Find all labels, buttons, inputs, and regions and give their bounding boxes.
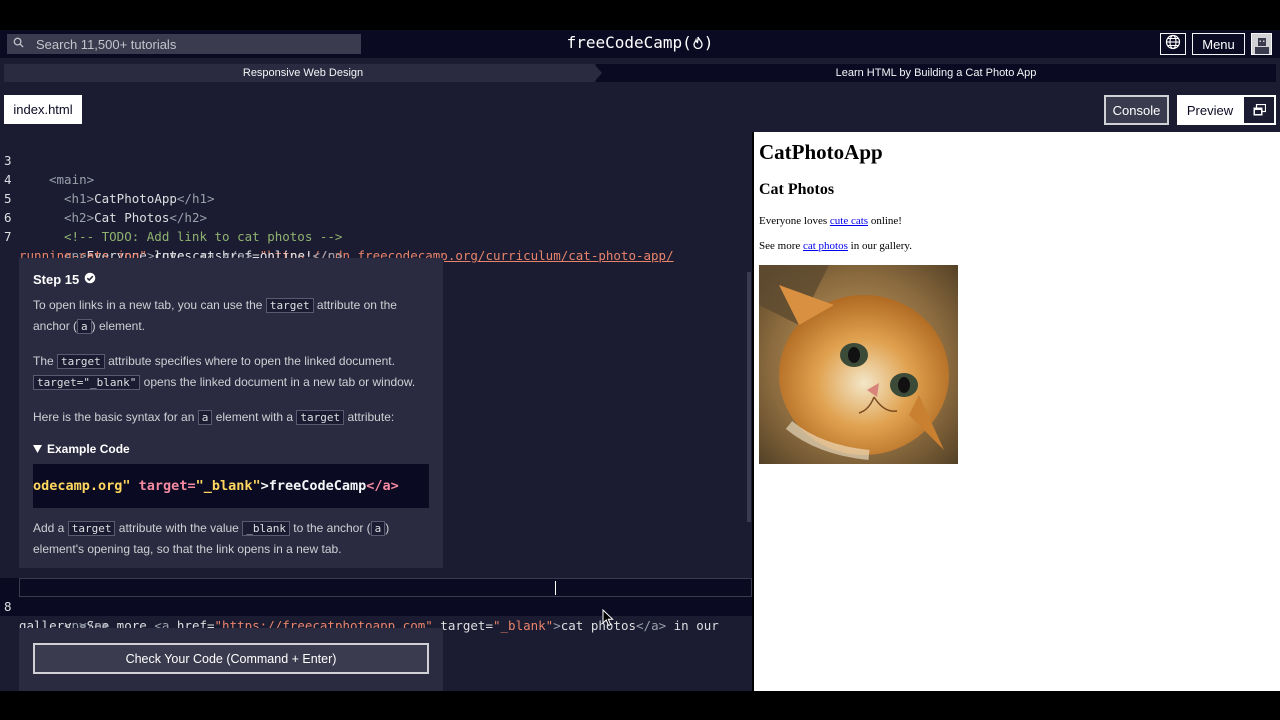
code-token: </a> — [636, 618, 667, 633]
language-button[interactable] — [1160, 33, 1186, 55]
step-text: The — [33, 354, 58, 368]
preview-paragraph: Everyone loves cute cats online! — [759, 215, 902, 227]
preview-text: See more — [759, 240, 803, 252]
preview-button[interactable]: Preview — [1177, 95, 1276, 125]
step-title: Step 15 — [33, 272, 429, 287]
code-editor[interactable]: 3 <main> 4 <h1>CatPhotoApp</h1> 5 <h2>Ca… — [0, 132, 752, 691]
preview-heading-2: Cat Photos — [759, 181, 835, 198]
example-token: "_blank" — [195, 478, 261, 494]
console-button[interactable]: Console — [1104, 95, 1169, 125]
inline-code: target — [57, 354, 105, 369]
avatar-icon[interactable] — [1251, 33, 1272, 55]
step-text: To open links in a new tab, you can use … — [33, 298, 266, 312]
code-line[interactable]: 8 <p>See more <a href="https://freecatph… — [0, 578, 752, 633]
code-token: > — [553, 618, 561, 633]
inline-code: a — [370, 521, 386, 536]
code-token: in our — [666, 618, 719, 633]
example-code-toggle[interactable]: Example Code — [33, 442, 429, 456]
preview-text: online! — [868, 215, 902, 227]
search-input[interactable]: Search 11,500+ tutorials — [36, 37, 176, 52]
editor-tab-bar: index.html Console Preview — [0, 88, 1280, 132]
step-description: Step 15 To open links in a new tab, you … — [19, 258, 443, 568]
step-paragraph: Add a target attribute with the value _b… — [33, 518, 429, 559]
code-line: running-cats.jpg">cute cats</a> online!<… — [0, 227, 752, 263]
text-cursor — [555, 581, 556, 595]
code-line: 7 <p>Everyone loves <a href="https://cdn… — [0, 208, 752, 263]
preview-label: Preview — [1186, 102, 1234, 118]
step-text: ) element. — [91, 319, 146, 333]
step-text: attribute specifies where to open the li… — [104, 354, 395, 368]
step-text: Here is the basic syntax for an — [33, 410, 198, 424]
inline-code: target — [67, 521, 116, 536]
search-icon — [13, 35, 24, 53]
code-line: 5 <h2>Cat Photos</h2> — [0, 170, 752, 225]
step-paragraph: The target attribute specifies where to … — [33, 351, 429, 393]
example-token: odecamp.org" — [33, 478, 131, 494]
inline-code: target — [296, 410, 345, 425]
code-line[interactable]: gallery.</p> — [0, 597, 752, 633]
step-text: element with a — [212, 410, 297, 424]
inline-code: a — [197, 410, 213, 425]
globe-icon — [1165, 34, 1181, 55]
preview-text: in our gallery. — [847, 240, 912, 252]
letterbox-top — [0, 0, 1280, 30]
preview-pane: CatPhotoApp Cat Photos Everyone loves cu… — [754, 132, 1280, 691]
editor-scrollbar[interactable] — [747, 272, 751, 522]
search-bar[interactable]: Search 11,500+ tutorials — [7, 34, 361, 54]
example-code-heading: Example Code — [47, 442, 130, 456]
breadcrumb-superblock[interactable]: Responsive Web Design — [4, 64, 602, 82]
step-text: to the anchor ( — [289, 521, 371, 535]
step-title-text: Step 15 — [33, 272, 80, 287]
code-token: "_blank" — [493, 618, 554, 633]
preview-link-cute-cats[interactable]: cute cats — [830, 215, 868, 227]
menu-button[interactable]: Menu — [1192, 33, 1245, 55]
inline-code: target — [265, 298, 314, 313]
tab-index-html[interactable]: index.html — [4, 95, 82, 124]
triangle-down-icon — [33, 442, 42, 456]
top-nav: Search 11,500+ tutorials freeCodeCamp() … — [0, 30, 1280, 58]
popout-icon[interactable] — [1244, 97, 1274, 123]
breadcrumb-block[interactable]: Learn HTML by Building a Cat Photo App — [596, 64, 1276, 82]
step-text: attribute: — [344, 410, 395, 424]
brand-title[interactable]: freeCodeCamp() — [567, 33, 714, 52]
cat-photo-image — [759, 265, 958, 464]
step-text: opens the linked document in a new tab o… — [140, 375, 416, 389]
code-line: 4 <h1>CatPhotoApp</h1> — [0, 151, 752, 206]
check-circle-icon — [84, 272, 96, 287]
step-text: Add a — [33, 521, 68, 535]
example-code-block[interactable]: odecamp.org" target= "_blank" >freeCodeCam… — [33, 464, 429, 508]
inline-code: _blank — [242, 521, 290, 536]
step-paragraph: To open links in a new tab, you can use … — [33, 295, 429, 337]
code-line: 6 <!-- TODO: Add link to cat photos --> — [0, 189, 752, 244]
example-token: target= — [130, 478, 196, 494]
preview-heading-1: CatPhotoApp — [759, 140, 883, 164]
preview-paragraph: See more cat photos in our gallery. — [759, 240, 912, 252]
preview-link-cat-photos[interactable]: cat photos — [803, 240, 848, 252]
mouse-cursor-icon — [572, 594, 614, 645]
breadcrumb: Learn HTML by Building a Cat Photo App R… — [0, 58, 1280, 88]
example-token: >freeCodeCamp — [260, 478, 367, 494]
letterbox-bottom — [0, 691, 1280, 720]
inline-code: a — [77, 319, 92, 334]
step-paragraph: Here is the basic syntax for an a elemen… — [33, 407, 429, 428]
example-token: </a> — [366, 478, 399, 494]
inline-code: target="_blank" — [33, 375, 141, 390]
check-code-button[interactable]: Check Your Code (Command + Enter) — [33, 643, 429, 674]
code-line: 3 <main> — [0, 132, 752, 187]
step-text: attribute with the value — [115, 521, 243, 535]
preview-text: Everyone loves — [759, 215, 830, 227]
action-panel: Check Your Code (Command + Enter) — [19, 628, 443, 691]
